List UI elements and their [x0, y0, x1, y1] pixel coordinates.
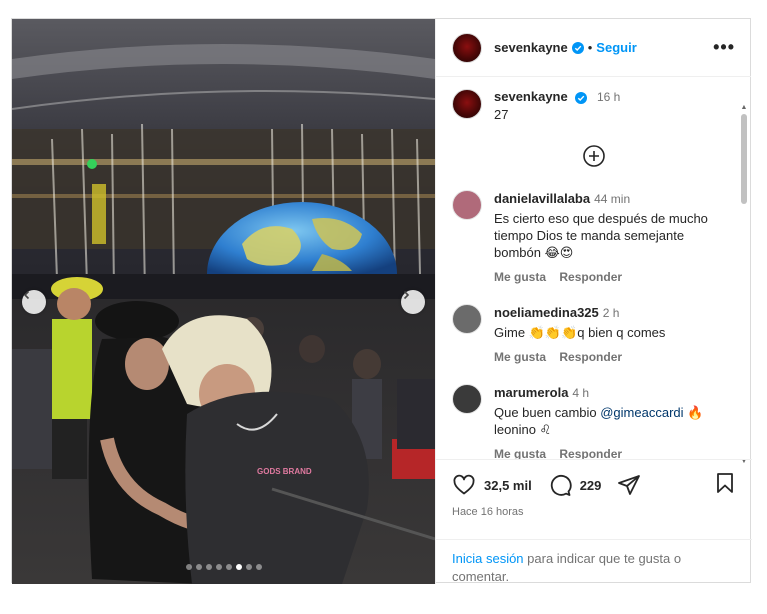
comment-reply-button[interactable]: Responder [559, 270, 622, 284]
carousel-indicator [12, 564, 435, 570]
add-circle-icon [583, 145, 605, 167]
user-mention-link[interactable]: @gimeaccardi [600, 405, 683, 420]
carousel-dot [225, 564, 232, 570]
author-username[interactable]: sevenkayne [494, 40, 568, 55]
carousel-dot [195, 564, 202, 570]
header-separator: • [587, 40, 593, 55]
comment-time: 2 h [602, 306, 620, 320]
comment-reply-button[interactable]: Responder [559, 350, 622, 364]
post-timestamp: Hace 16 horas [452, 506, 524, 518]
load-more-comments-button[interactable] [436, 144, 752, 168]
post-actions: 32,5 mil 229 Hace 16 horas [436, 459, 752, 518]
comment-text: Es cierto eso que después de mucho tiemp… [494, 211, 708, 260]
comment-time: 4 h [572, 386, 590, 400]
carousel-dot [205, 564, 212, 570]
commenter-avatar[interactable] [452, 304, 482, 334]
comments-count[interactable]: 229 [580, 478, 602, 493]
post-card: GODS BRAND sevenkayne • Seguir ••• seven… [11, 18, 752, 584]
verified-badge-icon [575, 91, 588, 104]
scroll-up-arrow-icon[interactable]: ▲ [740, 104, 748, 112]
like-button[interactable]: 32,5 mil [452, 473, 532, 497]
post-media[interactable]: GODS BRAND [12, 19, 435, 584]
comment-username[interactable]: danielavillalaba [494, 191, 590, 206]
post-details-panel: sevenkayne • Seguir ••• sevenkayne 16 h [435, 19, 752, 584]
carousel-dot [185, 564, 192, 570]
comment-username[interactable]: marumerola [494, 385, 568, 400]
comment-time: 44 min [594, 192, 631, 206]
bookmark-icon [717, 472, 733, 493]
share-icon [618, 475, 641, 495]
carousel-dot [235, 564, 242, 570]
more-options-icon[interactable]: ••• [713, 37, 735, 58]
post-caption: sevenkayne 16 h 27 [436, 77, 752, 122]
carousel-dot [255, 564, 262, 570]
post-header: sevenkayne • Seguir ••• [436, 19, 751, 77]
follow-button[interactable]: Seguir [596, 40, 636, 55]
scrollbar-thumb[interactable] [741, 114, 747, 204]
comment-item: noeliamedina325 2 h Gime 👏👏👏q bien q come… [436, 304, 752, 366]
comments-section[interactable]: sevenkayne 16 h 27 danielavillalaba 44 m… [436, 77, 752, 459]
carousel-dot [245, 564, 252, 570]
carousel-dot [215, 564, 222, 570]
comments-scrollbar[interactable]: ▲ ▼ [740, 104, 748, 465]
commenter-avatar[interactable] [452, 384, 482, 414]
share-button[interactable] [617, 473, 641, 497]
comment-like-button[interactable]: Me gusta [494, 350, 546, 364]
comment-icon [550, 475, 572, 496]
concert-photo: GODS BRAND [12, 19, 435, 584]
comment-button[interactable]: 229 [548, 473, 602, 497]
caption-avatar[interactable] [452, 89, 482, 119]
verified-badge-icon [571, 41, 584, 54]
login-prompt: Inicia sesión para indicar que te gusta … [436, 539, 752, 596]
comment-reply-button[interactable]: Responder [559, 447, 622, 459]
comment-text: Gime 👏👏👏q bien q comes [494, 325, 666, 340]
commenter-avatar[interactable] [452, 190, 482, 220]
chevron-right-icon [403, 290, 410, 300]
heart-icon [453, 474, 475, 495]
comment-text-part: Que buen cambio [494, 405, 601, 420]
carousel-prev-button[interactable] [22, 290, 46, 314]
login-link[interactable]: Inicia sesión [452, 551, 524, 566]
save-button[interactable] [714, 472, 736, 499]
comment-item: marumerola 4 h Que buen cambio @gimeaccar… [436, 384, 752, 459]
comment-text: Que buen cambio @gimeaccardi 🔥 leonino ♌ [494, 404, 724, 438]
comment-like-button[interactable]: Me gusta [494, 447, 546, 459]
comment-item: danielavillalaba 44 min Es cierto eso que… [436, 190, 752, 286]
likes-count[interactable]: 32,5 mil [484, 478, 532, 493]
comment-like-button[interactable]: Me gusta [494, 270, 546, 284]
shirt-print: GODS BRAND [257, 467, 312, 476]
chevron-left-icon [23, 290, 30, 300]
caption-text: 27 [494, 107, 509, 122]
comment-username[interactable]: noeliamedina325 [494, 305, 599, 320]
carousel-next-button[interactable] [401, 290, 425, 314]
author-avatar[interactable] [452, 32, 482, 63]
caption-time: 16 h [596, 90, 621, 104]
caption-username[interactable]: sevenkayne [494, 89, 568, 104]
